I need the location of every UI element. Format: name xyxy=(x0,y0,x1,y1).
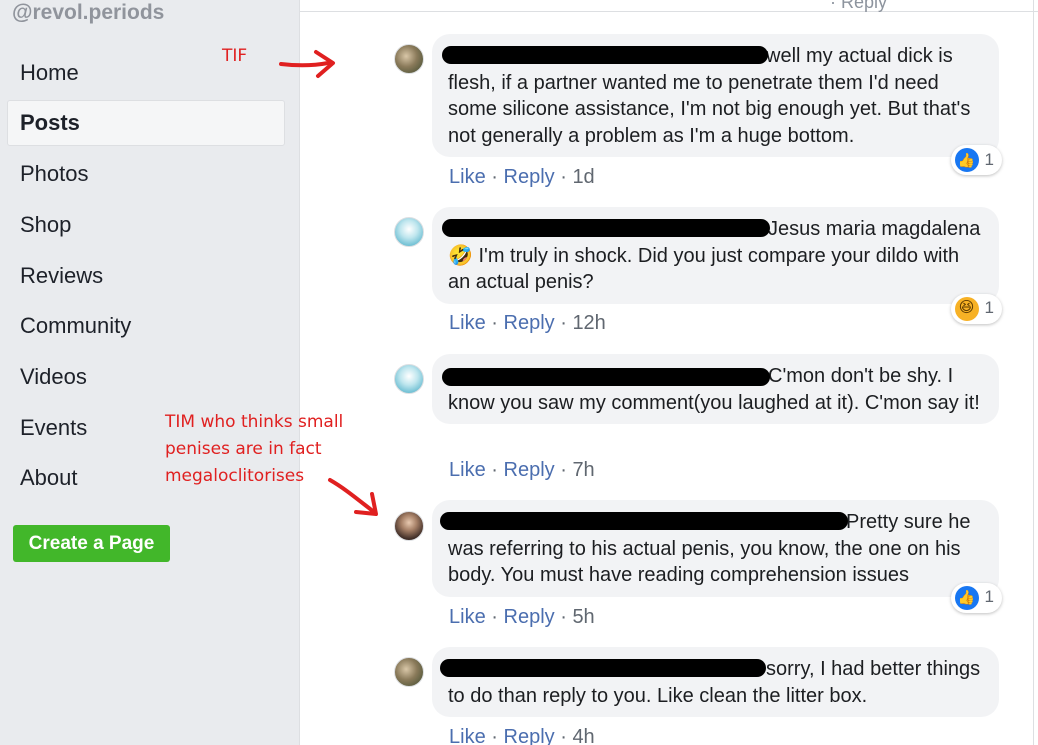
content-top-edge: · Reply xyxy=(300,0,1038,12)
commenter-avatar[interactable] xyxy=(394,511,424,541)
annotation-tim-line: TIM who thinks small xyxy=(165,412,344,432)
annotation-tim-line: penises are in fact xyxy=(165,439,322,459)
reaction-count: 1 xyxy=(984,149,994,169)
sidebar-item-reviews[interactable]: Reviews xyxy=(7,253,285,299)
comment-timestamp[interactable]: 7h xyxy=(572,459,594,481)
reaction-summary[interactable]: 👍 1 xyxy=(950,145,1002,175)
page-sidebar: @revol.periods Home Posts Photos Shop Re… xyxy=(0,0,300,745)
haha-icon: 😆 xyxy=(954,296,979,321)
commenter-avatar[interactable] xyxy=(394,44,424,74)
comment-actions: Like · Reply · 5h xyxy=(449,606,595,629)
reaction-summary[interactable]: 😆 1 xyxy=(950,293,1002,324)
comment-timestamp[interactable]: 1d xyxy=(572,166,594,188)
like-link[interactable]: Like xyxy=(449,312,486,334)
annotation-tim-line: megaloclitorises xyxy=(165,466,305,486)
comment-timestamp[interactable]: 5h xyxy=(572,606,594,628)
reply-link[interactable]: Reply xyxy=(504,166,555,188)
comment-actions: Like · Reply · 12h xyxy=(449,312,606,335)
comment-bubble: C'mon don't be shy. I know you saw my co… xyxy=(432,354,999,424)
thumbs-up-icon: 👍 xyxy=(954,148,979,172)
redaction-mark xyxy=(442,368,770,386)
separator: · xyxy=(560,312,567,334)
annotation-arrow-right-icon xyxy=(279,50,335,78)
comment-actions: Like · Reply · 7h xyxy=(449,459,595,482)
content-divider xyxy=(1033,0,1034,745)
reaction-count: 1 xyxy=(984,298,994,318)
separator: · xyxy=(560,459,567,481)
comment-bubble: Pretty sure he was referring to his actu… xyxy=(432,500,1002,613)
previous-comment-actions: · Reply xyxy=(830,0,888,12)
comment-timestamp[interactable]: 4h xyxy=(572,726,594,745)
commenter-avatar[interactable] xyxy=(394,657,424,687)
like-link[interactable]: Like xyxy=(449,726,486,745)
annotation-tim: TIM who thinks small penises are in fact… xyxy=(165,409,343,490)
comment-timestamp[interactable]: 12h xyxy=(572,312,605,334)
redaction-mark xyxy=(442,219,770,237)
redaction-mark xyxy=(442,46,768,64)
like-link[interactable]: Like xyxy=(449,459,486,481)
sidebar-item-photos[interactable]: Photos xyxy=(7,151,285,197)
separator: · xyxy=(491,726,498,745)
separator: · xyxy=(491,459,498,481)
sidebar-item-posts[interactable]: Posts xyxy=(7,100,285,146)
separator: · xyxy=(560,166,567,188)
reply-link[interactable]: Reply xyxy=(504,312,555,334)
comment-actions: Like · Reply · 1d xyxy=(449,166,595,189)
reaction-count: 1 xyxy=(984,587,994,607)
sidebar-item-videos[interactable]: Videos xyxy=(7,354,285,400)
like-link[interactable]: Like xyxy=(449,606,486,628)
separator: · xyxy=(560,606,567,628)
like-link[interactable]: Like xyxy=(449,166,486,188)
separator: · xyxy=(560,726,567,745)
create-page-button[interactable]: Create a Page xyxy=(13,525,170,562)
reply-link[interactable]: Reply xyxy=(504,726,555,745)
comment-bubble: well my actual dick is flesh, if a partn… xyxy=(432,34,1002,175)
reply-link[interactable]: Reply xyxy=(504,459,555,481)
page-handle[interactable]: @revol.periods xyxy=(12,1,164,25)
comment-bubble: sorry, I had better things to do than re… xyxy=(432,647,999,717)
sidebar-item-shop[interactable]: Shop xyxy=(7,202,285,248)
sidebar-item-community[interactable]: Community xyxy=(7,303,285,349)
comment-actions: Like · Reply · 4h xyxy=(449,726,595,745)
separator: · xyxy=(491,312,498,334)
commenter-avatar[interactable] xyxy=(394,217,424,247)
separator: · xyxy=(491,166,498,188)
redaction-mark xyxy=(440,659,766,677)
reply-link[interactable]: Reply xyxy=(504,606,555,628)
reaction-summary[interactable]: 👍 1 xyxy=(950,582,1002,613)
annotation-tif: TIF xyxy=(222,46,248,66)
comment-bubble: Jesus maria magdalena🤣 I'm truly in shoc… xyxy=(432,207,1002,324)
redaction-mark xyxy=(440,512,848,530)
annotation-arrow-down-right-icon xyxy=(328,478,378,516)
thumbs-up-icon: 👍 xyxy=(954,585,979,610)
separator: · xyxy=(491,606,498,628)
commenter-avatar[interactable] xyxy=(394,364,424,394)
